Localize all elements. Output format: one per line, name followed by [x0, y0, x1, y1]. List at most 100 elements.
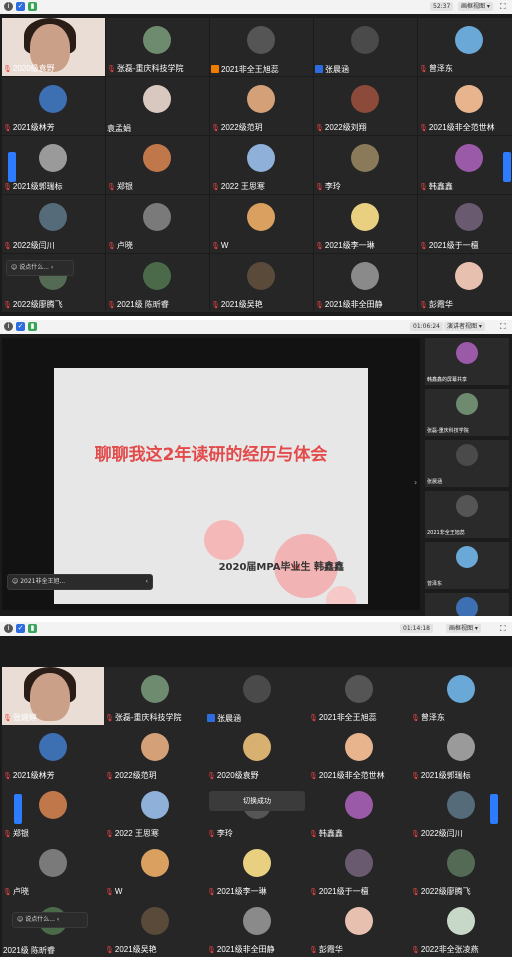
info-icon[interactable]: i — [4, 322, 13, 331]
participant-name-text: 2021级非全田静 — [216, 945, 275, 954]
sidebar-participant-tile[interactable] — [425, 593, 509, 616]
participant-tile[interactable]: 🎙2021级郭瑞标 — [410, 725, 512, 783]
chat-input-pill[interactable]: ☺ 说点什么... ‹ — [12, 912, 88, 928]
participant-name-text: 2021级非全范世林 — [428, 123, 495, 132]
mic-muted-icon: 🎙 — [315, 243, 324, 250]
participant-tile[interactable]: 🎙卢晓 — [106, 195, 209, 253]
participant-tile[interactable]: 🎙张磊-重庆科技学院 — [106, 18, 209, 76]
participant-tile[interactable]: 🎙2021级非全田静 — [206, 899, 309, 957]
sidebar-participant-tile[interactable]: 曾泽东 — [425, 542, 509, 589]
signal-icon[interactable]: ▮ — [28, 322, 37, 331]
participant-tile[interactable]: 🎙2020级袁野 — [2, 18, 105, 76]
fullscreen-icon[interactable]: ⛶ — [500, 623, 506, 634]
participant-tile[interactable]: 🎙2021级非全范世林 — [418, 77, 512, 135]
participant-tile[interactable]: 🎙彭霞华 — [308, 899, 411, 957]
view-mode-button[interactable]: 演讲者视图 ▾ — [444, 322, 485, 331]
participant-tile[interactable]: 🎙彭霞华 — [418, 254, 512, 312]
participant-tile[interactable]: 🎙2020级袁野 — [206, 725, 309, 783]
chat-input-pill[interactable]: ☺ 说点什么... ‹ — [6, 260, 74, 276]
participant-tile[interactable]: 🎙2021级林芳 — [2, 725, 105, 783]
emoji-icon[interactable]: ☺ — [12, 578, 18, 585]
participant-name-text: 曾泽东 — [420, 713, 445, 722]
mic-muted-icon: 🎙 — [411, 715, 420, 722]
participant-name-text: 2021级非全田静 — [324, 300, 383, 309]
avatar — [247, 144, 275, 172]
participant-tile[interactable]: 张晨涵 — [314, 18, 417, 76]
emoji-icon[interactable]: ☺ — [11, 264, 17, 271]
participant-tile[interactable]: 🎙2021级李一琳 — [314, 195, 417, 253]
participant-tile[interactable]: 🎙曾泽东 — [418, 18, 512, 76]
participant-tile[interactable]: 🎙张婉婷 — [2, 667, 105, 725]
view-mode-button[interactable]: 画框视图 ▾ — [446, 624, 481, 633]
sidebar-participant-tile[interactable]: 张晨涵 — [425, 440, 509, 487]
avatar — [141, 791, 169, 819]
participant-name-text: 2021级 陈昕睿 — [116, 300, 169, 309]
info-icon[interactable]: i — [4, 624, 13, 633]
signal-icon[interactable]: ▮ — [28, 2, 37, 11]
participant-tile[interactable]: 🎙W — [210, 195, 313, 253]
participant-tile[interactable]: 🎙李玲 — [314, 136, 417, 194]
participant-tile[interactable]: 🎙2022 王思寒 — [104, 783, 207, 841]
participant-tile[interactable]: 🎙2021级吴艳 — [104, 899, 207, 957]
participant-tile[interactable]: 🎙2021级非全田静 — [314, 254, 417, 312]
slide-subtitle: 2020届MPA毕业生 韩鑫鑫 — [218, 562, 344, 573]
participant-tile[interactable]: 🎙2021级于一檀 — [308, 841, 411, 899]
participant-tile[interactable]: 🎙2021非全王旭蕊 — [308, 667, 411, 725]
sidebar-participant-tile[interactable]: 2021非全王旭蕊 — [425, 491, 509, 538]
signal-icon[interactable]: ▮ — [28, 624, 37, 633]
participant-name: 🎙2022级闫川 — [411, 829, 463, 840]
prev-page-button[interactable] — [8, 152, 16, 182]
participant-tile[interactable]: 袁孟娟 — [106, 77, 209, 135]
participant-tile[interactable]: 🎙2021级郭瑞标 — [2, 136, 105, 194]
participant-name: 🎙卢晓 — [3, 887, 29, 898]
participant-tile[interactable]: 🎙2022级廖腾飞 — [410, 841, 512, 899]
view-mode-button[interactable]: 画框视图 ▾ — [458, 2, 493, 11]
fullscreen-icon[interactable]: ⛶ — [500, 1, 506, 12]
sidebar-participant-tile[interactable]: 韩鑫鑫的屏幕共享 — [425, 338, 509, 385]
participant-tile[interactable]: 🎙2021级李一琳 — [206, 841, 309, 899]
collapse-icon[interactable]: ‹ — [57, 916, 59, 923]
participant-tile[interactable]: 🎙W — [104, 841, 207, 899]
prev-page-button[interactable] — [14, 794, 22, 824]
info-icon[interactable]: i — [4, 2, 13, 11]
sidebar-participant-tile[interactable]: 张磊-重庆科技学院 — [425, 389, 509, 436]
participant-tile[interactable]: 张晨涵 — [206, 667, 309, 725]
participant-name: 🎙2021级非全范世林 — [419, 123, 495, 134]
avatar — [345, 675, 373, 703]
participant-tile[interactable]: 2021非全王旭蕊 — [210, 18, 313, 76]
participant-tile[interactable]: 2021级 陈昕睿 — [2, 899, 105, 957]
participant-tile[interactable]: 🎙2022级范玥 — [104, 725, 207, 783]
participant-tile[interactable]: 🎙韩鑫鑫 — [418, 136, 512, 194]
participant-tile[interactable]: 🎙2022级刘翔 — [314, 77, 417, 135]
participant-tile[interactable]: 🎙2022级范玥 — [210, 77, 313, 135]
participant-tile[interactable]: 🎙2022级闫川 — [2, 195, 105, 253]
next-page-button[interactable] — [490, 794, 498, 824]
participant-tile[interactable]: 🎙卢晓 — [2, 841, 105, 899]
emoji-icon[interactable]: ☺ — [17, 916, 23, 923]
participant-tile[interactable]: 🎙郑银 — [106, 136, 209, 194]
participant-name-text: 2021级吴艳 — [220, 300, 263, 309]
participant-tile[interactable]: 🎙曾泽东 — [410, 667, 512, 725]
participant-tile[interactable]: 🎙2022非全张凌燕 — [410, 899, 512, 957]
collapse-icon[interactable]: ‹ — [51, 264, 53, 271]
participant-tile[interactable]: 🎙张磊-重庆科技学院 — [104, 667, 207, 725]
sidebar-toggle-icon[interactable]: › — [414, 478, 417, 487]
shield-icon[interactable]: ✓ — [16, 2, 25, 11]
mic-muted-icon: 🎙 — [309, 715, 318, 722]
participant-tile[interactable]: 🎙2021级非全范世林 — [308, 725, 411, 783]
participant-tile[interactable]: 🎙韩鑫鑫 — [308, 783, 411, 841]
next-page-button[interactable] — [503, 152, 511, 182]
fullscreen-icon[interactable]: ⛶ — [500, 321, 506, 332]
participant-tile[interactable]: 🎙2021级 陈昕睿 — [106, 254, 209, 312]
participant-tile[interactable]: 🎙2021级林芳 — [2, 77, 105, 135]
collapse-icon[interactable]: ‹ — [146, 575, 148, 589]
shield-icon[interactable]: ✓ — [16, 624, 25, 633]
chat-input-pill[interactable]: ☺ 2021非全王旭... ‹ — [7, 574, 153, 590]
participant-tile[interactable]: 🎙2021级于一檀 — [418, 195, 512, 253]
presentation-slide: 聊聊我这2年读研的经历与体会 2020届MPA毕业生 韩鑫鑫 — [54, 368, 368, 604]
shield-icon[interactable]: ✓ — [16, 322, 25, 331]
participant-tile[interactable]: 🎙2022 王思寒 — [210, 136, 313, 194]
camera-off-icon — [207, 714, 215, 722]
mic-muted-icon: 🎙 — [419, 243, 428, 250]
participant-tile[interactable]: 🎙2021级吴艳 — [210, 254, 313, 312]
